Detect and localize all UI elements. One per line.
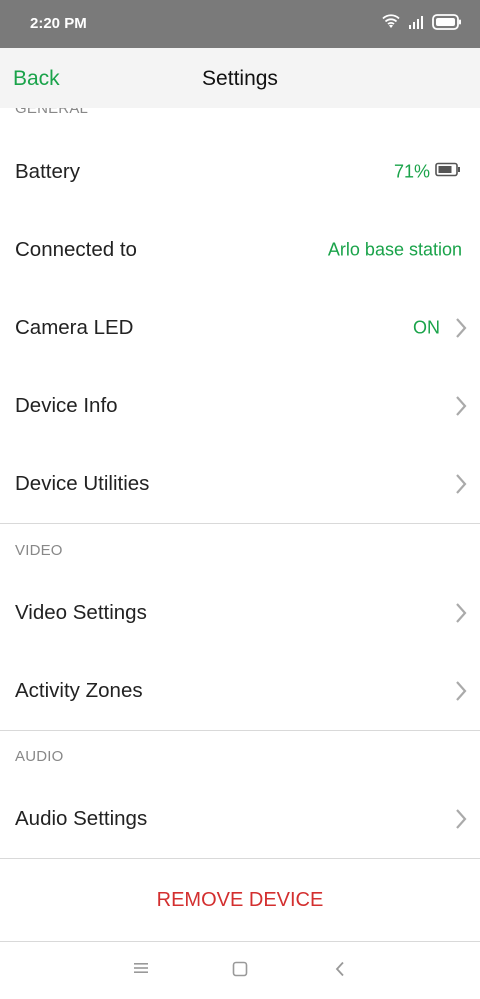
- battery-icon: [432, 14, 462, 30]
- connected-to-row: Connected to Arlo base station: [0, 211, 480, 289]
- battery-level-icon: [435, 162, 461, 182]
- device-utilities-row[interactable]: Device Utilities: [0, 445, 480, 523]
- device-info-label: Device Info: [15, 394, 118, 417]
- video-settings-row[interactable]: Video Settings: [0, 574, 480, 652]
- back-icon[interactable]: [334, 961, 346, 982]
- chevron-right-icon: [454, 317, 468, 339]
- section-divider: [0, 730, 480, 731]
- status-bar: 2:20 PM: [0, 0, 480, 48]
- camera-led-label: Camera LED: [15, 316, 134, 339]
- section-header-video: VIDEO: [15, 542, 63, 559]
- remove-device-container: REMOVE DEVICE: [0, 858, 480, 942]
- nav-bar: Back Settings: [0, 48, 480, 108]
- chevron-right-icon: [454, 473, 468, 495]
- system-nav-bar: [0, 942, 480, 999]
- status-time: 2:20 PM: [30, 15, 87, 32]
- signal-icon: [408, 15, 424, 29]
- audio-settings-label: Audio Settings: [15, 807, 148, 830]
- chevron-right-icon: [454, 395, 468, 417]
- activity-zones-label: Activity Zones: [15, 679, 143, 702]
- wifi-icon: [382, 14, 400, 30]
- page-title: Settings: [202, 67, 278, 90]
- section-header-audio: AUDIO: [15, 748, 64, 765]
- home-icon[interactable]: [232, 961, 248, 982]
- status-icons: [382, 14, 462, 30]
- camera-led-value: ON: [413, 317, 440, 338]
- camera-led-row[interactable]: Camera LED ON: [0, 289, 480, 367]
- chevron-right-icon: [454, 680, 468, 702]
- section-header-general: GENERAL: [15, 108, 89, 117]
- connected-to-value: Arlo base station: [327, 239, 462, 260]
- activity-zones-row[interactable]: Activity Zones: [0, 652, 480, 730]
- connected-to-label: Connected to: [15, 238, 137, 261]
- remove-device-button[interactable]: REMOVE DEVICE: [0, 889, 480, 912]
- battery-value: 71%: [393, 161, 430, 182]
- device-utilities-label: Device Utilities: [15, 472, 150, 495]
- chevron-right-icon: [454, 602, 468, 624]
- device-info-row[interactable]: Device Info: [0, 367, 480, 445]
- settings-list[interactable]: GENERAL Battery 71% Connected to Arlo ba…: [0, 108, 480, 942]
- audio-settings-row[interactable]: Audio Settings: [0, 780, 480, 858]
- section-divider: [0, 523, 480, 524]
- battery-row: Battery 71%: [0, 133, 480, 211]
- menu-icon[interactable]: [133, 961, 149, 980]
- video-settings-label: Video Settings: [15, 601, 147, 624]
- chevron-right-icon: [454, 808, 468, 830]
- battery-label: Battery: [15, 160, 80, 183]
